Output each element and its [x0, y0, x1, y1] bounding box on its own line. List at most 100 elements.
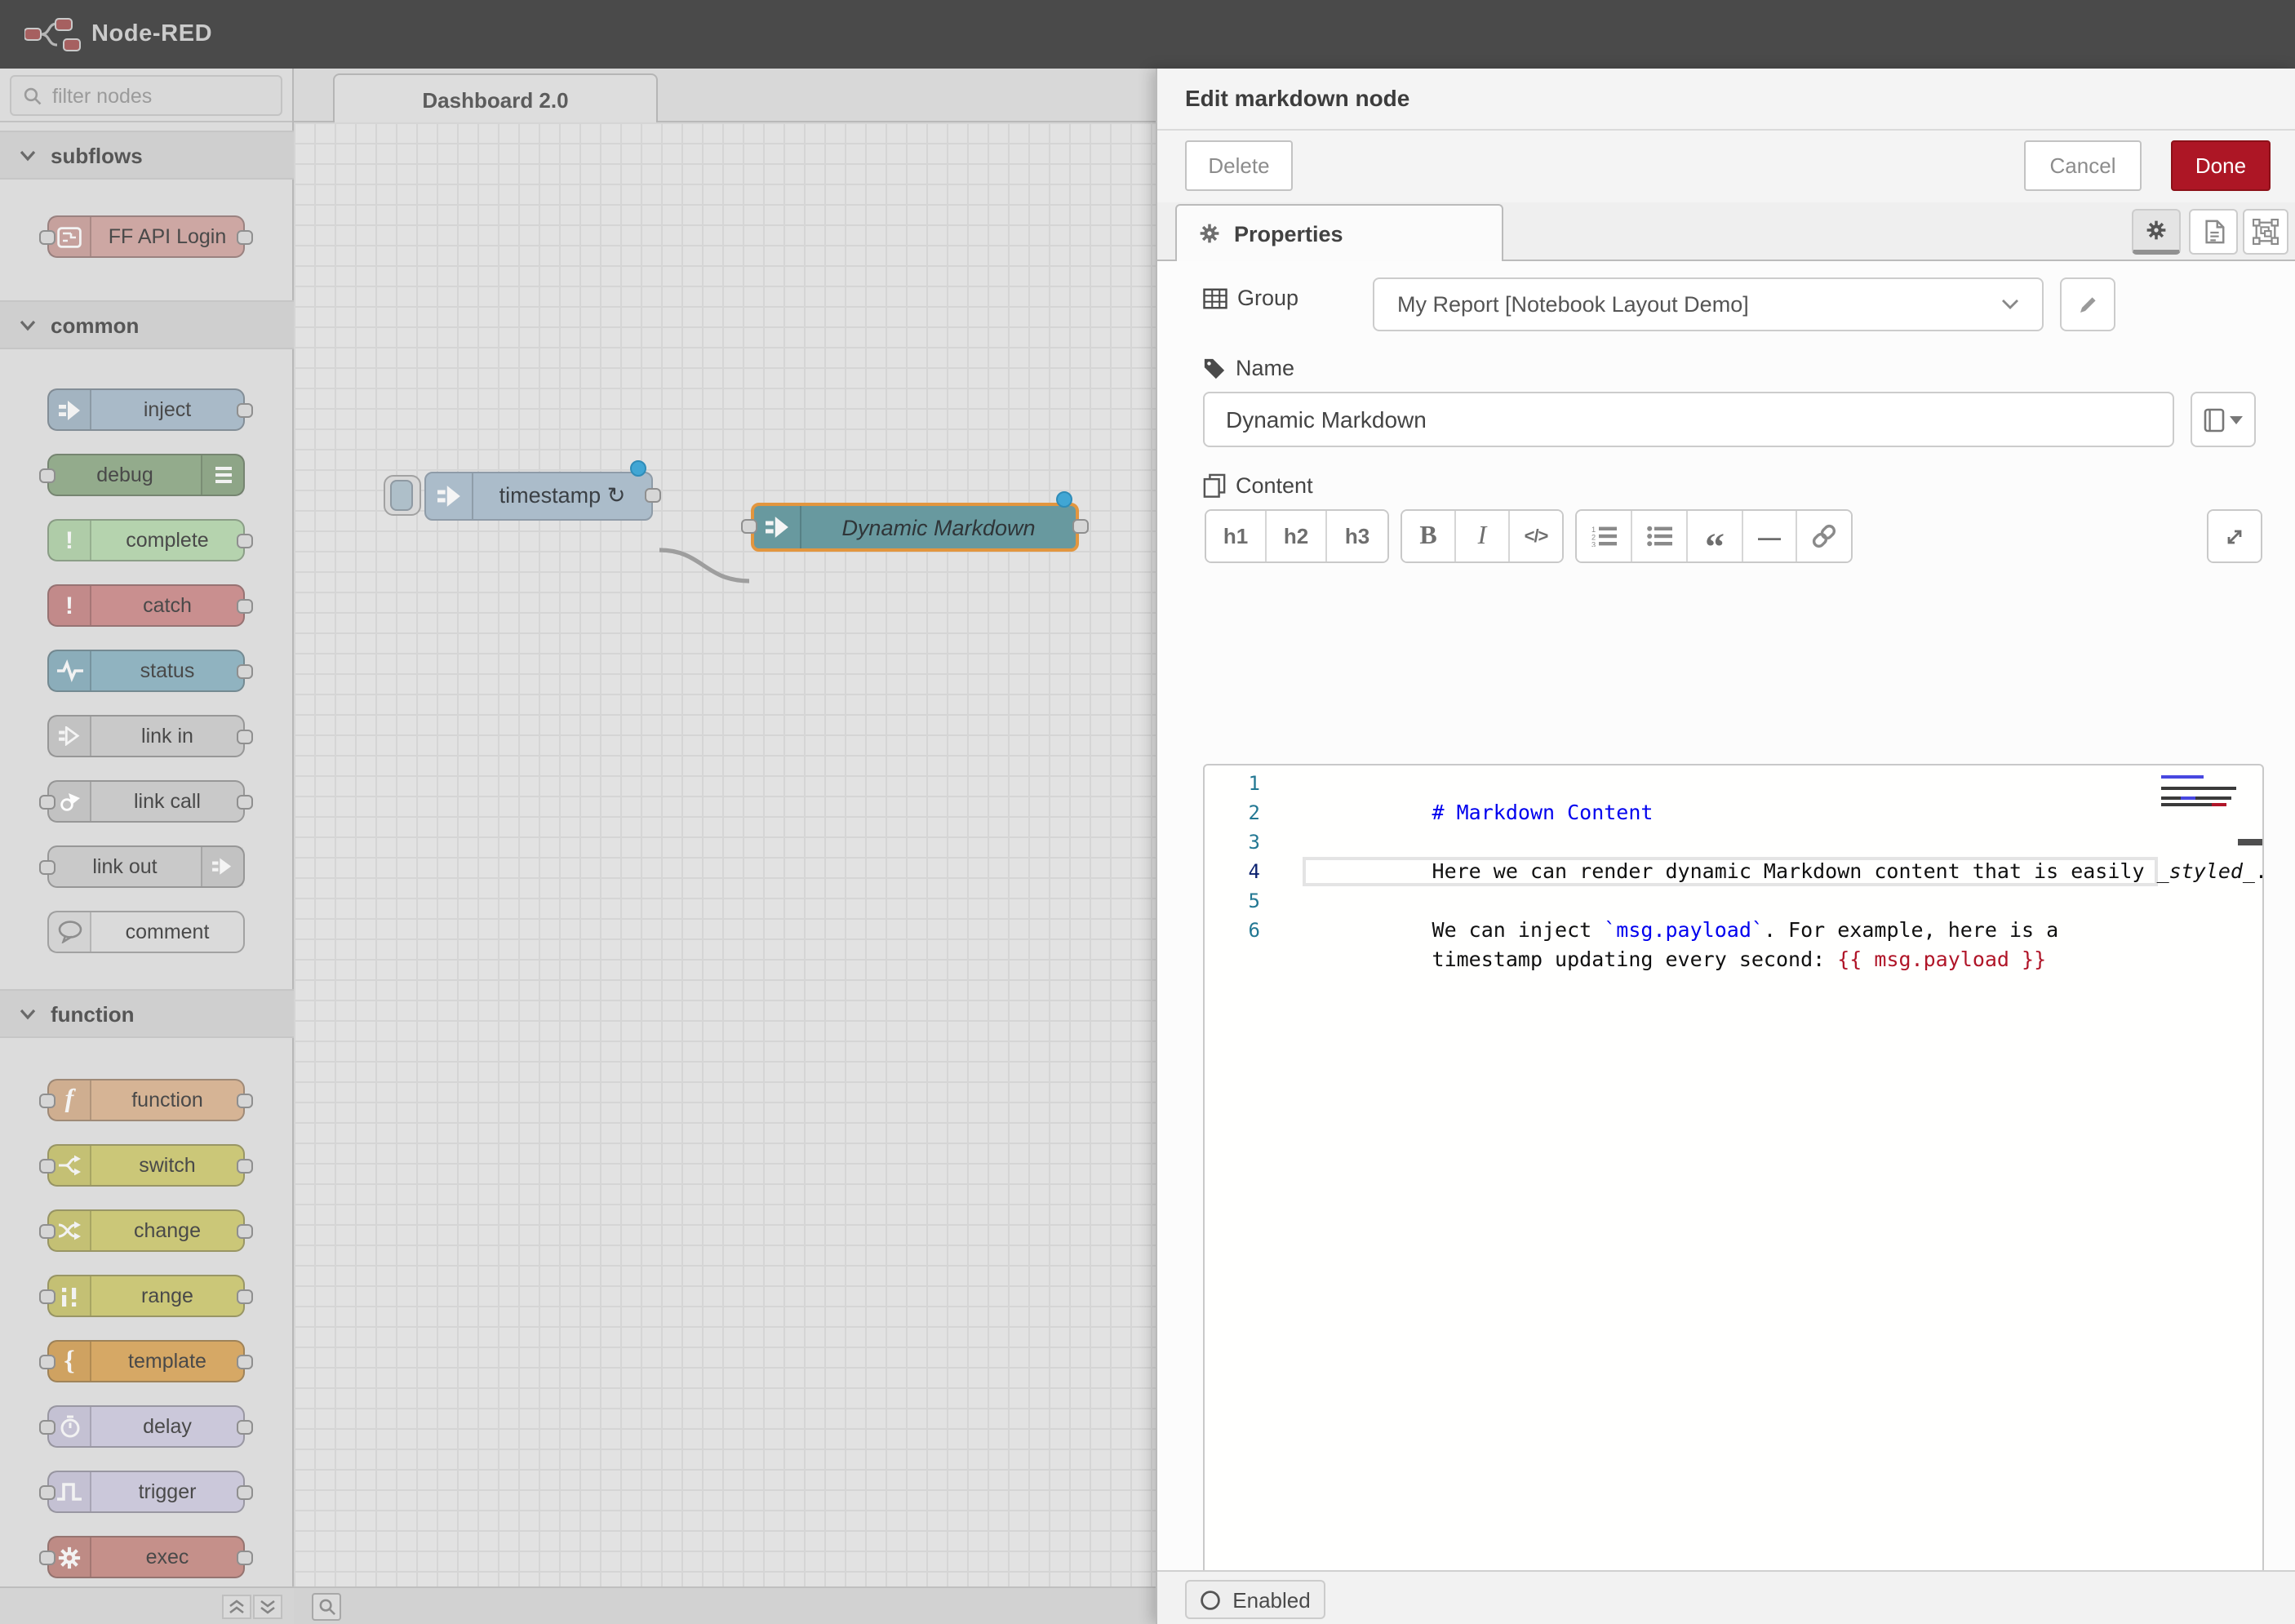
label-options-button[interactable]	[2191, 392, 2256, 447]
port	[237, 730, 253, 744]
palette-node-status[interactable]: status	[47, 650, 245, 692]
italic-button[interactable]: I	[1456, 511, 1510, 561]
wire	[294, 122, 1157, 1586]
code-button[interactable]: </>	[1510, 511, 1562, 561]
output-port[interactable]	[645, 488, 661, 503]
pulse-icon	[49, 651, 91, 690]
flow-tabbar: Dashboard 2.0	[294, 69, 1157, 122]
port	[39, 1485, 55, 1500]
line-number: 5	[1205, 886, 1270, 916]
tray-title: Edit markdown node	[1185, 69, 1409, 129]
delete-button[interactable]: Delete	[1185, 140, 1293, 191]
horizontal-rule-button[interactable]: —	[1743, 511, 1797, 561]
app-title: Node-RED	[91, 0, 212, 69]
expand-icon	[2223, 525, 2246, 548]
search-icon	[317, 1598, 335, 1616]
line-number: 2	[1205, 798, 1270, 828]
palette-node-comment[interactable]: comment	[47, 911, 245, 953]
palette-node-link-call[interactable]: link call	[47, 780, 245, 823]
inject-icon	[49, 390, 91, 429]
palette-node-exec[interactable]: exec	[47, 1536, 245, 1578]
group-select[interactable]: My Report [Notebook Layout Demo]	[1373, 277, 2044, 331]
palette-node-switch[interactable]: switch	[47, 1144, 245, 1187]
flow-node-timestamp[interactable]: timestamp ↻	[424, 472, 653, 521]
flow-canvas[interactable]: Dashboard 2.0 timestamp ↻	[294, 69, 1157, 1586]
edit-group-button[interactable]	[2060, 277, 2115, 331]
appearance-view-button[interactable]	[2243, 209, 2288, 255]
input-port[interactable]	[741, 519, 757, 534]
collapse-all-button[interactable]	[222, 1595, 251, 1619]
node-changed-dot	[1056, 491, 1072, 508]
unordered-list-icon	[1646, 526, 1672, 547]
chevron-down-icon	[20, 1008, 36, 1019]
book-icon	[2204, 407, 2225, 432]
palette-node-template[interactable]: { template	[47, 1340, 245, 1382]
ordered-list-button[interactable]: 1 2 3	[1577, 511, 1632, 561]
comment-icon	[49, 912, 91, 952]
overview-ruler-marker	[2238, 839, 2262, 845]
content-label: Content	[1203, 473, 1313, 498]
h2-button[interactable]: h2	[1267, 511, 1327, 561]
h3-button[interactable]: h3	[1327, 511, 1387, 561]
inject-button[interactable]	[384, 475, 421, 516]
edit-node-tray: Edit markdown node Delete Cancel Done Pr…	[1156, 69, 2295, 1624]
palette-node-change[interactable]: change	[47, 1209, 245, 1252]
palette-node-complete[interactable]: ! complete	[47, 519, 245, 561]
name-input[interactable]	[1203, 392, 2174, 447]
palette-node-ff-api-login[interactable]: FF API Login	[47, 215, 245, 258]
code-line-5: We can inject `msg.payload`. For example…	[1309, 886, 2058, 916]
code-line-3: Here we can render dynamic Markdown cont…	[1309, 828, 2264, 857]
port	[237, 534, 253, 548]
palette-node-link-in[interactable]: link in	[47, 715, 245, 757]
palette-search[interactable]: filter nodes	[0, 69, 292, 122]
palette-node-catch[interactable]: ! catch	[47, 584, 245, 627]
port	[237, 403, 253, 418]
node-red-logo-icon	[24, 18, 83, 52]
palette-node-inject[interactable]: inject	[47, 388, 245, 431]
port	[237, 1289, 253, 1304]
description-view-button[interactable]	[2189, 209, 2238, 255]
done-button[interactable]: Done	[2171, 140, 2271, 191]
unordered-list-button[interactable]	[1632, 511, 1688, 561]
expand-editor-button[interactable]	[2208, 511, 2261, 561]
cancel-button[interactable]: Cancel	[2024, 140, 2142, 191]
debug-icon	[201, 455, 243, 495]
code-line-6: timestamp updating every second: {{ msg.…	[1309, 916, 2046, 945]
port	[237, 664, 253, 679]
port	[39, 860, 55, 875]
port	[237, 1224, 253, 1239]
search-flows-button[interactable]	[312, 1593, 341, 1621]
properties-view-button[interactable]	[2132, 209, 2181, 255]
output-port[interactable]	[1072, 519, 1089, 534]
blockquote-button[interactable]: “	[1688, 511, 1743, 561]
enabled-toggle-button[interactable]: Enabled	[1185, 1580, 1325, 1619]
h1-button[interactable]: h1	[1206, 511, 1267, 561]
canvas-footer	[294, 1586, 1157, 1624]
caret-down-icon	[2230, 415, 2243, 424]
code-line-1: # Markdown Content	[1309, 769, 1653, 798]
port	[237, 599, 253, 614]
tab-properties[interactable]: Properties	[1175, 204, 1503, 261]
palette-section-subflows[interactable]: subflows	[0, 131, 294, 180]
screenshot-stage: Node-RED filter nodes subflows	[0, 0, 2295, 1624]
palette-node-link-out[interactable]: link out	[47, 845, 245, 888]
palette-node-trigger[interactable]: trigger	[47, 1471, 245, 1513]
palette-node-range[interactable]: range	[47, 1275, 245, 1317]
flow-node-dynamic-markdown[interactable]: Dynamic Markdown	[751, 503, 1079, 552]
markdown-code-editor[interactable]: 1 2 3 4 5 6 # Markdown Content Here we c…	[1203, 764, 2264, 1624]
port	[39, 1551, 55, 1565]
port	[237, 1355, 253, 1369]
palette-node-function[interactable]: f function	[47, 1079, 245, 1121]
tab-dashboard-2.0[interactable]: Dashboard 2.0	[333, 73, 658, 124]
canvas-grid[interactable]: timestamp ↻ Dynamic Markdown	[294, 122, 1157, 1586]
expand-all-button[interactable]	[253, 1595, 282, 1619]
tray-tabs: Properties	[1157, 202, 2295, 261]
palette-section-function[interactable]: function	[0, 989, 294, 1038]
palette-section-common[interactable]: common	[0, 300, 294, 349]
port	[237, 230, 253, 245]
template-arrow-icon	[754, 506, 801, 548]
palette-node-delay[interactable]: delay	[47, 1405, 245, 1448]
palette-node-debug[interactable]: debug	[47, 454, 245, 496]
link-button[interactable]	[1797, 511, 1851, 561]
bold-button[interactable]: B	[1402, 511, 1456, 561]
